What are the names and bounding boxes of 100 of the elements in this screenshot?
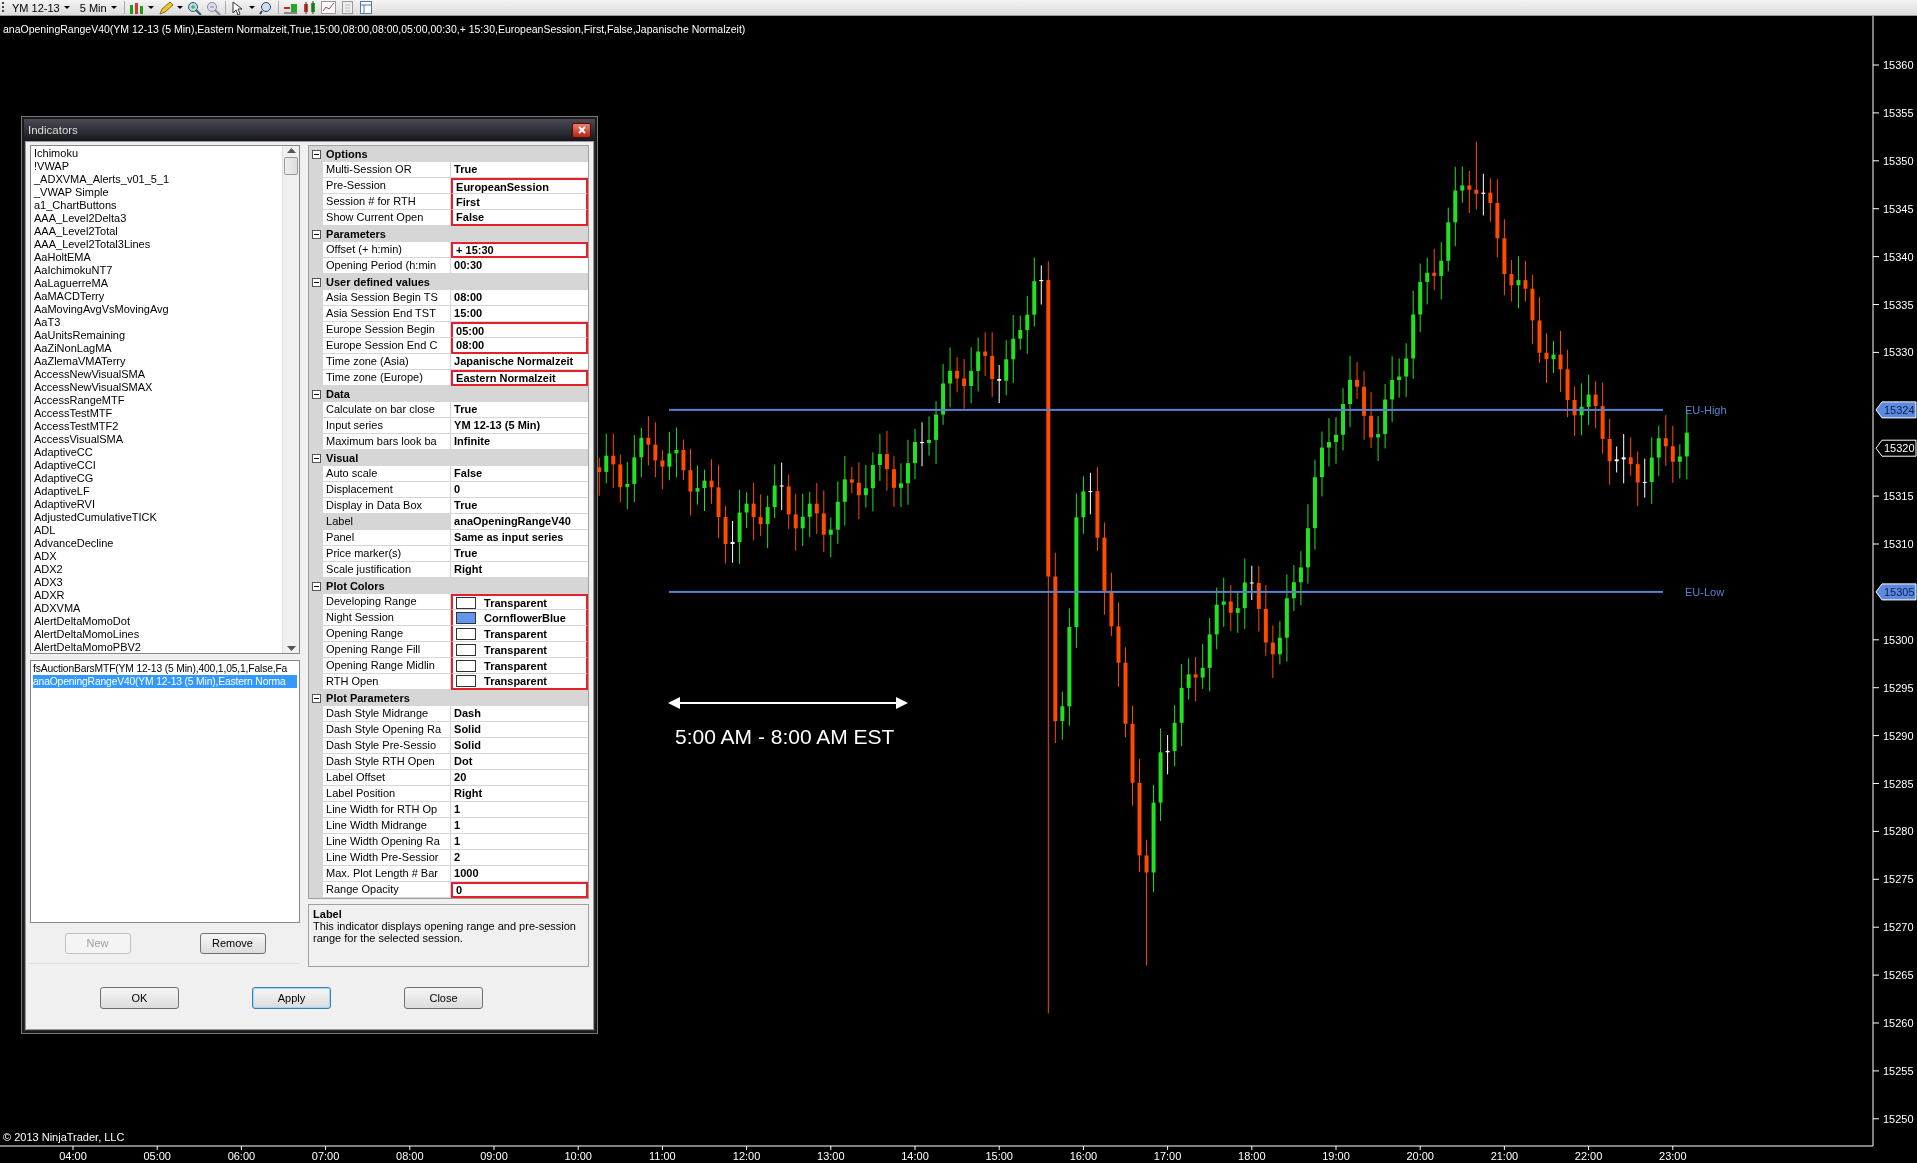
list-item[interactable]: fsAuctionBarsMTF(YM 12-13 (5 Min),400,1,05,1,False,Fa — [33, 662, 298, 675]
price-marker: 15324 — [1875, 401, 1917, 419]
property-value[interactable]: Eastern Normalzeit — [451, 370, 588, 386]
time-label: 20:00 — [1406, 1150, 1434, 1162]
list-item[interactable]: AdaptiveRVI — [34, 498, 283, 511]
list-item[interactable]: AdjustedCumulativeTICK — [34, 511, 283, 524]
list-item[interactable]: a1_ChartButtons — [34, 199, 283, 212]
list-item[interactable]: AaIchimokuNT7 — [34, 264, 283, 277]
price-marker: 15320 — [1875, 439, 1917, 457]
list-item[interactable]: AaT3 — [34, 316, 283, 329]
list-item[interactable]: ADXVMA — [34, 602, 283, 615]
property-name[interactable]: Label — [323, 514, 452, 530]
remove-button[interactable]: Remove — [199, 932, 266, 954]
list-item[interactable]: AaMACDTerry — [34, 290, 283, 303]
property-value[interactable]: + 15:30 — [451, 242, 588, 258]
property-value[interactable]: 15:00 — [451, 306, 588, 322]
price-label: 15355 — [1883, 106, 1914, 119]
list-item[interactable]: ADXR — [34, 589, 283, 602]
price-label: 15345 — [1883, 202, 1914, 215]
category-label: User defined values — [326, 276, 430, 288]
list-item[interactable]: AlertDeltaMomoPBV2 — [34, 641, 283, 653]
list-item[interactable]: _ADXVMA_Alerts_v01_5_1 — [34, 173, 283, 186]
price-label: 15275 — [1883, 873, 1914, 886]
ok-button[interactable]: OK — [100, 987, 179, 1009]
list-item[interactable]: AdaptiveCC — [34, 446, 283, 459]
list-item[interactable]: ADX2 — [34, 563, 283, 576]
time-label: 12:00 — [732, 1150, 761, 1162]
price-label: 15250 — [1883, 1112, 1914, 1125]
list-item[interactable]: Ichimoku — [34, 147, 283, 160]
level-label: EU-Low — [1685, 585, 1725, 598]
list-item[interactable]: AdvanceDecline — [34, 537, 283, 550]
annotation-text: 5:00 AM - 8:00 AM EST — [675, 725, 895, 748]
list-item[interactable]: AdaptiveCG — [34, 472, 283, 485]
list-item[interactable]: ADL — [34, 524, 283, 537]
list-item[interactable]: AAA_Level2Total — [34, 225, 283, 238]
time-label: 15:00 — [985, 1150, 1013, 1162]
list-item[interactable]: AlertDeltaMomoLines — [34, 628, 283, 641]
time-label: 13:00 — [817, 1150, 845, 1162]
time-label: 22:00 — [1574, 1150, 1603, 1162]
list-item[interactable]: AlertDeltaMomoDot — [34, 615, 283, 628]
close-button[interactable]: Close — [404, 987, 483, 1009]
price-label: 15335 — [1883, 298, 1914, 311]
list-item[interactable]: AccessRangeMTF — [34, 394, 283, 407]
price-label: 15310 — [1883, 538, 1914, 550]
list-item[interactable]: AdaptiveLF — [34, 485, 283, 498]
color-name: Transparent — [484, 675, 547, 687]
list-item[interactable]: ADX — [34, 550, 283, 563]
price-label: 15255 — [1883, 1064, 1914, 1077]
list-item[interactable]: AaZiNonLagMA — [34, 342, 283, 355]
list-item[interactable]: AccessNewVisualSMAX — [34, 381, 283, 394]
list-item[interactable]: AAA_Level2Delta3 — [34, 212, 283, 225]
time-label: 18:00 — [1238, 1150, 1266, 1162]
category-label: Options — [326, 148, 368, 160]
list-item[interactable]: !VWAP — [34, 160, 283, 173]
list-item[interactable]: AaMovingAvgVsMovingAvg — [34, 303, 283, 316]
category-label: Plot Parameters — [326, 692, 410, 704]
category-label: Plot Colors — [326, 580, 385, 592]
description-text: This indicator displays opening range and pre-session range for the selected session. — [313, 920, 577, 944]
list-item[interactable]: AaZlemaVMATerry — [34, 355, 283, 368]
time-label: 17:00 — [1153, 1150, 1182, 1162]
category-label: Visual — [326, 452, 359, 464]
list-item[interactable]: AccessTestMTF2 — [34, 420, 283, 433]
apply-button[interactable]: Apply — [252, 987, 331, 1009]
property-value[interactable]: Japanische Normalzeit — [451, 354, 588, 370]
list-item[interactable]: AaLaguerreMA — [34, 277, 283, 290]
interval-dropdown[interactable]: 5 Min — [76, 0, 120, 15]
price-label: 15260 — [1883, 1017, 1914, 1029]
time-label: 04:00 — [59, 1150, 87, 1162]
price-label: 15295 — [1883, 681, 1914, 694]
list-item[interactable]: ADX3 — [34, 576, 283, 589]
list-item[interactable]: _VWAP Simple — [34, 186, 283, 199]
list-item[interactable]: AccessNewVisualSMA — [34, 368, 283, 381]
property-value[interactable]: 0 — [451, 882, 588, 898]
copyright-text: © 2013 NinjaTrader, LLC — [3, 1131, 125, 1143]
list-item[interactable]: AaUnitsRemaining — [34, 329, 283, 342]
time-label: 21:00 — [1490, 1150, 1519, 1162]
property-value[interactable]: True — [451, 162, 588, 178]
price-label: 15285 — [1883, 777, 1914, 790]
list-item[interactable]: AAA_Level2Total3Lines — [34, 238, 283, 251]
time-label: 07:00 — [311, 1150, 340, 1162]
price-label: 15280 — [1883, 825, 1914, 838]
price-label: 15315 — [1883, 490, 1914, 503]
property-value[interactable]: 1000 — [451, 866, 588, 882]
price-label: 15265 — [1883, 969, 1914, 982]
property-name[interactable]: Range Opacity — [323, 882, 452, 898]
list-item[interactable]: AccessVisualSMA — [34, 433, 283, 446]
price-label: 15270 — [1883, 921, 1914, 934]
time-label: 10:00 — [564, 1150, 592, 1162]
color-name: Transparent — [484, 659, 547, 672]
time-label: 06:00 — [227, 1150, 256, 1162]
list-item[interactable]: AaHoltEMA — [34, 251, 283, 264]
price-label: 15340 — [1883, 250, 1914, 263]
list-item[interactable]: AdaptiveCCI — [34, 459, 283, 472]
time-label: 11:00 — [649, 1150, 676, 1162]
time-label: 19:00 — [1322, 1150, 1350, 1162]
price-label: 15350 — [1883, 154, 1914, 167]
time-label: 14:00 — [901, 1150, 929, 1162]
instrument-dropdown[interactable]: YM 12-13 — [9, 0, 73, 15]
list-item[interactable]: AccessTestMTF — [34, 407, 283, 420]
time-label: 23:00 — [1659, 1150, 1687, 1162]
